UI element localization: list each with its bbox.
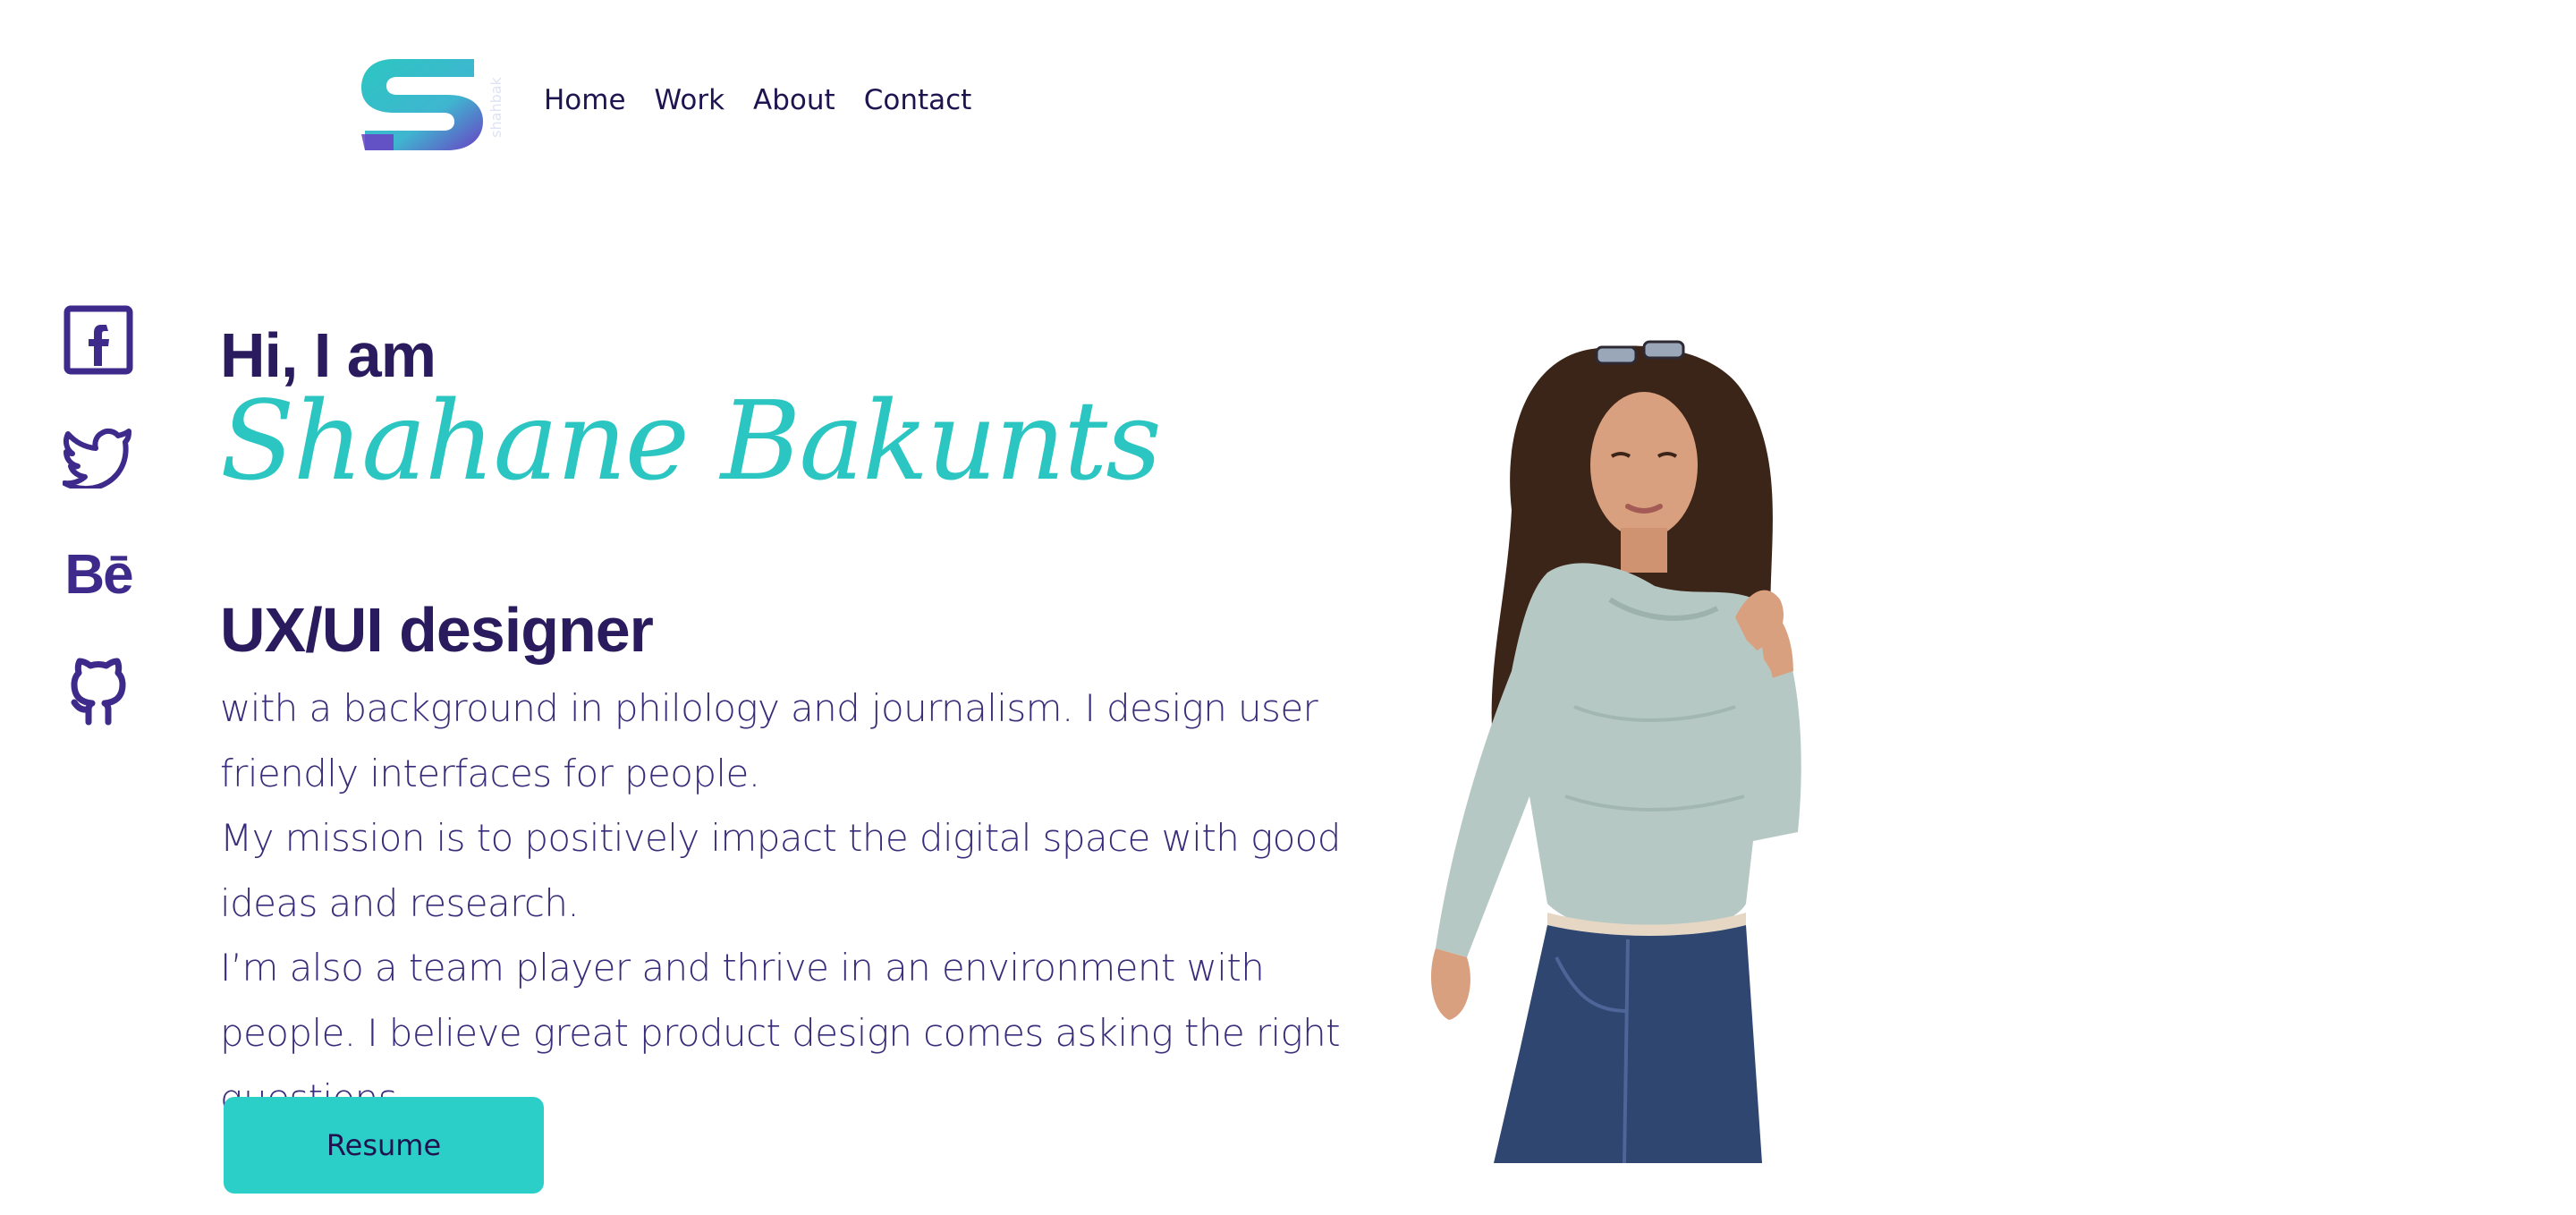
behance-link[interactable]: Bē (61, 537, 136, 612)
bio-paragraph: My mission is to positively impact the d… (220, 816, 1341, 925)
nav-contact[interactable]: Contact (864, 84, 972, 116)
bio-text: with a background in philology and journ… (220, 676, 1383, 1131)
logo-vertical-text: shahbak (487, 76, 504, 137)
twitter-icon (63, 428, 131, 489)
portrait-image (1431, 340, 1801, 1164)
github-icon (71, 658, 126, 726)
twitter-link[interactable] (61, 419, 136, 494)
nav-home[interactable]: Home (544, 84, 626, 116)
bio-paragraph: with a background in philology and journ… (220, 686, 1318, 795)
nav-work[interactable]: Work (655, 84, 725, 116)
resume-button[interactable]: Resume (224, 1097, 544, 1194)
facebook-icon (64, 305, 133, 375)
job-title: UX/UI designer (220, 595, 654, 666)
github-link[interactable] (61, 653, 136, 728)
logo-s-icon: shahbak (361, 59, 504, 150)
behance-icon: Bē (64, 543, 133, 606)
designer-name: Shahane Bakunts (220, 378, 1162, 505)
brand-logo[interactable]: shahbak (358, 54, 510, 156)
site-header: shahbak Home Work About Contact (0, 0, 2576, 206)
profile-photo (1413, 331, 1896, 1164)
main-nav: Home Work About Contact (544, 84, 1000, 116)
nav-about[interactable]: About (753, 84, 835, 116)
facebook-link[interactable] (61, 302, 136, 378)
